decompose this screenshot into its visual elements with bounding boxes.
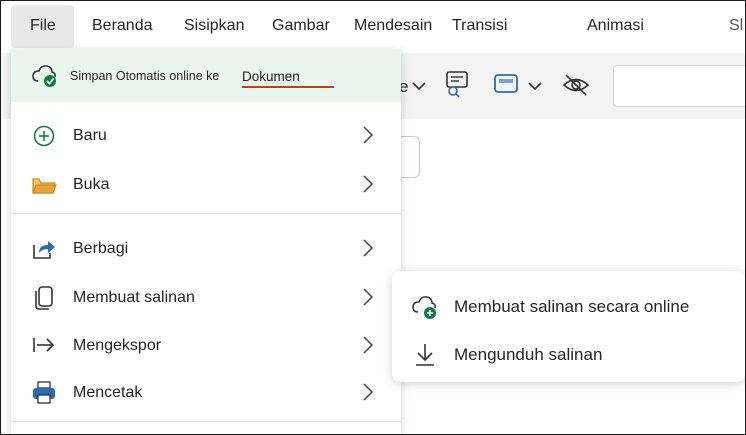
autosave-underline (242, 86, 334, 88)
submenu-item-label: Mengunduh salinan (454, 345, 603, 364)
chevron-right-icon (363, 239, 374, 257)
folder-icon (32, 178, 57, 194)
chevron-right-icon (363, 288, 374, 306)
menu-item-new[interactable]: Baru (11, 113, 401, 159)
tab-file-label: File (30, 17, 56, 34)
cloud-check-icon (32, 65, 56, 87)
hide-icon[interactable] (562, 73, 590, 97)
chevron-down-icon[interactable] (527, 80, 543, 92)
tab-transitions[interactable]: Transisi (452, 17, 507, 35)
slide-panel-edge (401, 136, 420, 178)
autosave-banner: Simpan Otomatis online ke Dokumen (11, 49, 401, 102)
menu-item-share[interactable]: Berbagi (11, 226, 401, 272)
tab-home[interactable]: Beranda (92, 17, 153, 35)
tab-animations[interactable]: Animasi (587, 17, 644, 35)
chevron-right-icon (363, 175, 374, 193)
cloud-add-icon (412, 296, 436, 319)
tab-slideshow[interactable]: Sl (729, 17, 743, 35)
menu-item-label: Baru (73, 127, 107, 144)
menu-item-export[interactable]: Mengekspor (11, 323, 401, 369)
print-icon (33, 381, 55, 404)
chevron-right-icon (363, 336, 374, 354)
menu-item-label: Buka (73, 176, 110, 193)
download-icon (416, 344, 434, 366)
file-menu: Simpan Otomatis online ke Dokumen Baru B… (11, 49, 401, 434)
tab-design[interactable]: Mendesain (354, 17, 432, 35)
ribbon-search-box[interactable] (613, 65, 745, 107)
ribbon-tabs: File Beranda Sisipkan Gambar Mendesain T… (1, 1, 745, 53)
menu-divider (11, 421, 401, 422)
menu-item-label: Berbagi (73, 240, 129, 257)
tab-insert[interactable]: Sisipkan (184, 17, 244, 35)
autosave-text: Simpan Otomatis online ke (70, 69, 220, 83)
add-circle-icon (33, 125, 55, 147)
menu-item-label: Membuat salinan (73, 289, 195, 306)
tab-file[interactable]: File (11, 5, 74, 48)
menu-divider (11, 213, 401, 214)
autosave-location-link[interactable]: Dokumen (242, 69, 300, 84)
comment-search-icon[interactable] (444, 69, 472, 99)
submenu-item-download-copy[interactable]: Mengunduh salinan (392, 331, 745, 377)
tab-draw[interactable]: Gambar (272, 17, 330, 35)
menu-item-label: Mencetak (73, 384, 143, 401)
export-icon (33, 338, 55, 352)
chevron-right-icon (363, 126, 374, 144)
menu-item-save-copy[interactable]: Membuat salinan (11, 275, 401, 321)
app-window: File Beranda Sisipkan Gambar Mendesain T… (0, 0, 746, 435)
chevron-down-icon[interactable] (411, 80, 427, 92)
submenu-item-label: Membuat salinan secara online (454, 297, 690, 316)
menu-item-label: Mengekspor (73, 337, 162, 354)
submenu-item-copy-online[interactable]: Membuat salinan secara online (392, 283, 745, 329)
save-copy-submenu: Membuat salinan secara online Mengunduh … (392, 271, 745, 382)
menu-item-print[interactable]: Mencetak (11, 370, 401, 416)
chevron-right-icon (363, 383, 374, 401)
copy-icon (35, 286, 53, 310)
share-icon (33, 241, 55, 259)
layout-icon[interactable] (493, 73, 519, 95)
menu-item-open[interactable]: Buka (11, 162, 401, 208)
